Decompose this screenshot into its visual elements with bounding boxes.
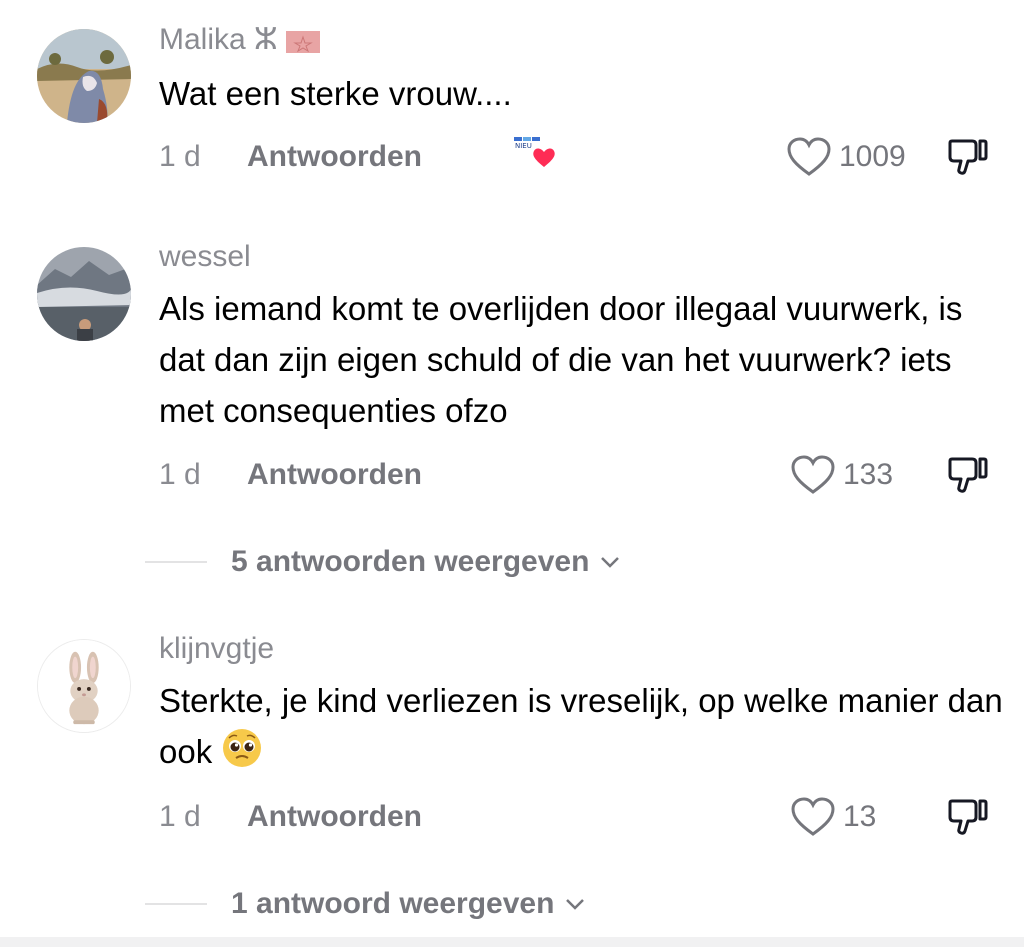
dislike-button[interactable] [944,133,992,181]
comment-actions: 1 d Antwoorden 13 [159,797,1024,837]
creator-liked-badge: NIEU [512,131,558,171]
view-replies-button[interactable]: 5 antwoorden weergeven [145,542,621,582]
bottom-edge [0,937,1024,947]
like-button[interactable]: 133 [789,455,893,495]
comment-actions: 1 d Antwoorden NIEU 1009 [159,137,1024,177]
view-replies-label: 1 antwoord weergeven [231,887,555,920]
comment-text: Sterkte, je kind verliezen is vreselijk,… [159,675,1009,777]
pleading-face-emoji [223,729,262,767]
comment-text: Als iemand komt te overlijden door illeg… [159,290,963,429]
comment-username[interactable]: wessel [159,239,251,275]
chevron-down-icon [566,899,585,910]
like-count: 1009 [839,140,906,173]
replies-divider [145,561,207,563]
creator-liked-heart-icon: NIEU [514,137,555,167]
comment-text: Wat een sterke vrouw.... [159,75,512,112]
morocco-flag-icon [286,31,321,53]
dislike-icon [948,457,988,493]
avatar[interactable] [37,29,131,123]
avatar-image [37,247,131,341]
comment-actions: 1 d Antwoorden 133 [159,455,1024,495]
comment-username[interactable]: klijnvgtje [159,631,274,667]
heart-outline-icon [791,797,835,836]
comment-time: 1 d [159,800,201,833]
like-button[interactable]: 13 [789,797,876,837]
avatar-image [37,29,131,123]
chevron-down-icon [601,557,620,568]
reply-button[interactable]: Antwoorden [247,455,422,495]
heart-outline-icon [787,137,831,176]
like-count: 133 [843,458,894,491]
dislike-button[interactable] [944,793,992,841]
heart-outline-icon [791,455,835,494]
reply-button[interactable]: Antwoorden [247,137,422,177]
avatar[interactable] [37,639,131,733]
dislike-icon [948,799,988,835]
dislike-button[interactable] [944,451,992,499]
view-replies-button[interactable]: 1 antwoord weergeven [145,884,586,924]
creator-badge-text: NIEU [515,142,532,150]
dislike-icon [948,139,988,175]
comment-text-content: Sterkte, je kind verliezen is vreselijk,… [159,682,1003,770]
comment-time: 1 d [159,140,201,173]
avatar[interactable] [37,247,131,341]
comment-time: 1 d [159,458,201,491]
like-count: 13 [843,800,877,833]
comment-username[interactable]: Malika ⵣ [159,22,321,58]
like-button[interactable]: 1009 [785,137,906,177]
replies-divider [145,903,207,905]
avatar-image [38,640,130,732]
reply-button[interactable]: Antwoorden [247,797,422,837]
view-replies-label: 5 antwoorden weergeven [231,545,590,578]
